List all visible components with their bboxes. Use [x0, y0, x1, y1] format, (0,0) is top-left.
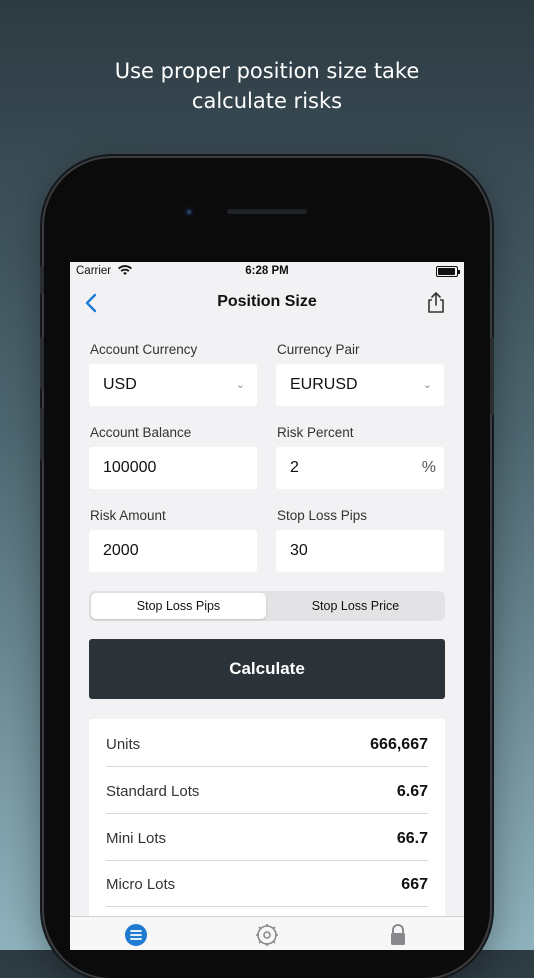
- list-icon: [125, 924, 147, 946]
- risk-amount-label: Risk Amount: [90, 508, 166, 523]
- result-label: Mini Lots: [106, 830, 167, 847]
- risk-amount-value: 2000: [103, 542, 139, 559]
- currency-pair-select[interactable]: EURUSD ⌄: [276, 364, 444, 406]
- stop-loss-pips-input[interactable]: 30: [276, 530, 444, 572]
- account-currency-label: Account Currency: [90, 342, 198, 357]
- stop-loss-pips-value: 30: [290, 542, 308, 559]
- result-row-micro-lots: Micro Lots 667: [106, 861, 428, 907]
- risk-percent-input[interactable]: 2 %: [276, 447, 444, 489]
- tab-settings[interactable]: [254, 922, 280, 948]
- chevron-down-icon: ⌄: [235, 379, 245, 391]
- account-currency-select[interactable]: USD ⌄: [89, 364, 257, 406]
- risk-percent-value: 2: [290, 459, 299, 476]
- account-balance-input[interactable]: 100000: [89, 447, 257, 489]
- risk-percent-label: Risk Percent: [277, 425, 354, 440]
- account-currency-value: USD: [103, 376, 137, 393]
- result-value: 667: [401, 876, 428, 893]
- result-value: 66.7: [396, 830, 428, 847]
- result-label: Standard Lots: [106, 783, 200, 800]
- promo-headline: Use proper position size take calculate …: [0, 56, 534, 116]
- mute-switch: [40, 266, 44, 294]
- front-camera: [184, 207, 194, 217]
- status-time: 6:28 PM: [245, 265, 289, 277]
- volume-down-button: [40, 408, 44, 460]
- earpiece-speaker: [227, 209, 307, 214]
- stop-loss-mode-segment: Stop Loss Pips Stop Loss Price: [89, 591, 445, 621]
- currency-pair-value: EURUSD: [290, 376, 358, 393]
- tab-bar: [70, 916, 464, 950]
- promo-headline-line1: Use proper position size take: [114, 59, 420, 83]
- calculate-button[interactable]: Calculate: [89, 639, 445, 699]
- stop-loss-pips-label: Stop Loss Pips: [277, 508, 368, 523]
- currency-pair-label: Currency Pair: [277, 342, 360, 357]
- nav-bar: Position Size: [70, 282, 464, 326]
- result-label: Units: [106, 736, 141, 753]
- result-value: 666,667: [370, 736, 428, 753]
- percent-suffix: %: [421, 459, 436, 476]
- result-value: 6.67: [396, 783, 428, 800]
- tab-lock[interactable]: [385, 922, 411, 948]
- page-title: Position Size: [217, 293, 317, 310]
- account-balance-label: Account Balance: [90, 425, 192, 440]
- tab-calculator[interactable]: [123, 922, 149, 948]
- power-button: [490, 337, 494, 415]
- lock-icon: [391, 924, 405, 945]
- account-balance-value: 100000: [103, 459, 157, 476]
- share-button[interactable]: [426, 291, 446, 315]
- result-row-units: Units 666,667: [106, 721, 428, 767]
- promo-headline-line2: calculate risks: [191, 89, 343, 113]
- status-bar: Carrier 6:28 PM: [70, 262, 464, 282]
- app-screen: Carrier 6:28 PM Position Size Account Cu…: [70, 262, 464, 950]
- chevron-down-icon: ⌄: [422, 379, 432, 391]
- volume-up-button: [40, 337, 44, 389]
- segment-stop-loss-pips[interactable]: Stop Loss Pips: [91, 593, 266, 619]
- gear-icon: [256, 924, 278, 946]
- result-row-mini-lots: Mini Lots 66.7: [106, 815, 428, 861]
- risk-amount-input[interactable]: 2000: [89, 530, 257, 572]
- result-row-standard-lots: Standard Lots 6.67: [106, 768, 428, 814]
- battery-icon: [436, 266, 460, 277]
- result-label: Micro Lots: [106, 876, 176, 893]
- share-icon: [428, 292, 444, 313]
- segment-stop-loss-price[interactable]: Stop Loss Price: [268, 593, 443, 619]
